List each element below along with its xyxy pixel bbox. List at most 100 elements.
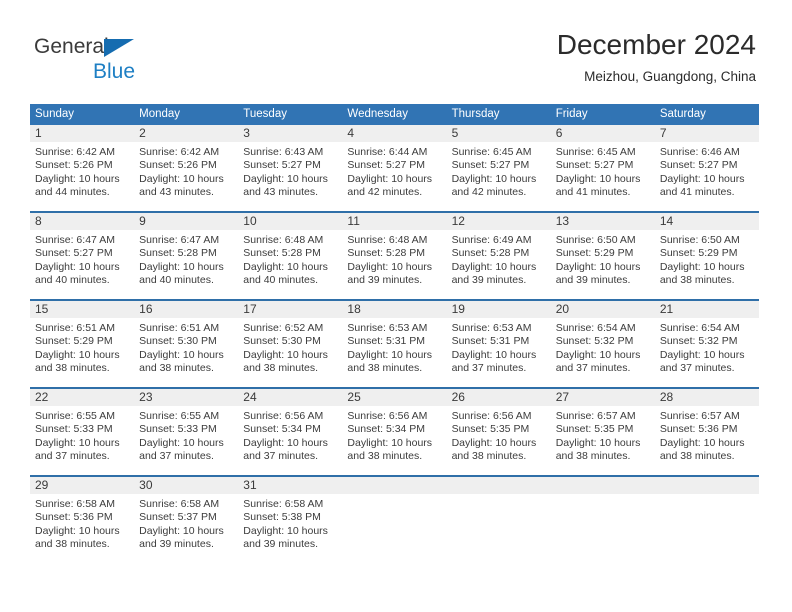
sunrise-text: Sunrise: 6:51 AM (139, 322, 220, 334)
calendar-day-cell[interactable] (550, 475, 655, 563)
calendar-day-cell[interactable]: 1 Sunrise: 6:42 AM Sunset: 5:26 PM Daylight… (30, 125, 135, 212)
daylight-text-line2: and 38 minutes. (347, 450, 423, 463)
page-title: December 2024 (556, 29, 756, 60)
calendar-day-cell[interactable]: 11 Sunrise: 6:48 AM Sunset: 5:28 PM Dayligh… (342, 211, 447, 300)
calendar-day-cell[interactable]: 10 Sunrise: 6:48 AM Sunset: 5:28 PM Dayligh… (238, 211, 343, 300)
sunset-text: Sunset: 5:37 PM (139, 511, 217, 524)
logo-text-general: General (34, 35, 109, 58)
calendar-day-cell[interactable]: 23 Sunrise: 6:55 AM Sunset: 5:33 PM Dayligh… (134, 387, 239, 476)
daylight-text-line1: Daylight: 10 hours (35, 436, 120, 449)
sunrise-text: Sunrise: 6:45 AM (451, 146, 532, 158)
daylight-text-line1: Daylight: 10 hours (35, 348, 120, 361)
daylight-text-line2: and 38 minutes. (35, 538, 110, 551)
day-sun-info: Sunrise: 6:53 AM Sunset: 5:31 PM Daylight:… (447, 318, 551, 376)
sunset-text: Sunset: 5:28 PM (139, 247, 217, 260)
day-number: 23 (134, 389, 239, 406)
calendar-day-cell[interactable]: 27 Sunrise: 6:57 AM Sunset: 5:35 PM Dayligh… (550, 387, 655, 476)
sunrise-text: Sunrise: 6:56 AM (347, 410, 428, 422)
daylight-text-line2: and 37 minutes. (659, 362, 735, 375)
sunset-text: Sunset: 5:32 PM (555, 335, 634, 348)
day-number (446, 477, 551, 494)
day-number: 9 (134, 213, 239, 230)
day-number: 27 (550, 389, 655, 406)
sunset-text: Sunset: 5:38 PM (243, 511, 321, 524)
sunset-text: Sunset: 5:35 PM (555, 423, 634, 436)
daylight-text-line1: Daylight: 10 hours (243, 436, 328, 449)
calendar-day-cell[interactable]: 22 Sunrise: 6:55 AM Sunset: 5:33 PM Dayligh… (30, 387, 135, 476)
daylight-text-line2: and 38 minutes. (659, 450, 735, 463)
day-cell-inner: 4 Sunrise: 6:44 AM Sunset: 5:27 PM Daylight… (342, 125, 447, 211)
calendar-day-cell[interactable] (654, 475, 759, 563)
daylight-text-line1: Daylight: 10 hours (243, 172, 328, 185)
calendar-day-cell[interactable]: 19 Sunrise: 6:53 AM Sunset: 5:31 PM Dayligh… (446, 299, 551, 388)
weekday-header-saturday: Saturday (654, 104, 759, 125)
calendar-day-cell[interactable] (342, 475, 447, 563)
day-cell-inner: 22 Sunrise: 6:55 AM Sunset: 5:33 PM Dayligh… (30, 389, 135, 475)
daylight-text-line1: Daylight: 10 hours (555, 436, 641, 449)
calendar-day-cell[interactable]: 25 Sunrise: 6:56 AM Sunset: 5:34 PM Dayligh… (342, 387, 447, 476)
sunset-text: Sunset: 5:27 PM (451, 159, 530, 172)
day-number: 8 (30, 213, 135, 230)
sunset-text: Sunset: 5:29 PM (555, 247, 634, 260)
title-block: December 2024 Meizhou, Guangdong, China (557, 28, 756, 86)
sunrise-text: Sunrise: 6:54 AM (659, 322, 740, 334)
daylight-text-line2: and 37 minutes. (451, 362, 527, 375)
day-sun-info: Sunrise: 6:54 AM Sunset: 5:32 PM Daylight:… (655, 318, 759, 376)
day-number: 16 (134, 301, 239, 318)
calendar-day-cell[interactable]: 8 Sunrise: 6:47 AM Sunset: 5:27 PM Daylight… (30, 211, 135, 300)
sunset-text: Sunset: 5:26 PM (139, 159, 217, 172)
calendar-day-cell[interactable]: 26 Sunrise: 6:56 AM Sunset: 5:35 PM Dayligh… (446, 387, 551, 476)
daylight-text-line2: and 40 minutes. (139, 274, 214, 287)
calendar-day-cell[interactable]: 29 Sunrise: 6:58 AM Sunset: 5:36 PM Dayligh… (30, 475, 135, 563)
calendar-day-cell[interactable]: 3 Sunrise: 6:43 AM Sunset: 5:27 PM Daylight… (238, 125, 343, 212)
calendar-day-cell[interactable]: 2 Sunrise: 6:42 AM Sunset: 5:26 PM Daylight… (134, 125, 239, 212)
calendar-day-cell[interactable]: 18 Sunrise: 6:53 AM Sunset: 5:31 PM Dayligh… (342, 299, 447, 388)
day-cell-inner: 5 Sunrise: 6:45 AM Sunset: 5:27 PM Daylight… (446, 125, 551, 211)
calendar-day-cell[interactable]: 16 Sunrise: 6:51 AM Sunset: 5:30 PM Dayligh… (134, 299, 239, 388)
calendar-day-cell[interactable]: 9 Sunrise: 6:47 AM Sunset: 5:28 PM Daylight… (134, 211, 239, 300)
sunset-text: Sunset: 5:28 PM (451, 247, 530, 260)
calendar-day-cell[interactable]: 17 Sunrise: 6:52 AM Sunset: 5:30 PM Dayligh… (238, 299, 343, 388)
day-number: 11 (342, 213, 447, 230)
calendar-day-cell[interactable]: 31 Sunrise: 6:58 AM Sunset: 5:38 PM Dayligh… (238, 475, 343, 563)
calendar-day-cell[interactable]: 14 Sunrise: 6:50 AM Sunset: 5:29 PM Dayligh… (654, 211, 759, 300)
calendar-day-cell[interactable] (446, 475, 551, 563)
daylight-text-line1: Daylight: 10 hours (659, 436, 745, 449)
calendar-day-cell[interactable]: 13 Sunrise: 6:50 AM Sunset: 5:29 PM Dayligh… (550, 211, 655, 300)
day-cell-inner: 12 Sunrise: 6:49 AM Sunset: 5:28 PM Dayligh… (446, 213, 551, 299)
calendar-day-cell[interactable]: 28 Sunrise: 6:57 AM Sunset: 5:36 PM Dayligh… (654, 387, 759, 476)
day-cell-inner: 10 Sunrise: 6:48 AM Sunset: 5:28 PM Dayligh… (238, 213, 343, 299)
sunset-text: Sunset: 5:33 PM (139, 423, 217, 436)
calendar-day-cell[interactable]: 7 Sunrise: 6:46 AM Sunset: 5:27 PM Daylight… (654, 125, 759, 212)
day-sun-info: Sunrise: 6:46 AM Sunset: 5:27 PM Daylight:… (655, 142, 759, 200)
daylight-text-line1: Daylight: 10 hours (451, 172, 537, 185)
day-cell-inner: 8 Sunrise: 6:47 AM Sunset: 5:27 PM Daylight… (30, 213, 135, 299)
calendar-day-cell[interactable]: 20 Sunrise: 6:54 AM Sunset: 5:32 PM Dayligh… (550, 299, 655, 388)
calendar-day-cell[interactable]: 24 Sunrise: 6:56 AM Sunset: 5:34 PM Dayligh… (238, 387, 343, 476)
day-number: 3 (238, 125, 343, 142)
daylight-text-line2: and 43 minutes. (243, 186, 318, 199)
page-header: General Blue December 2024 Meizhou, Guan… (0, 0, 792, 84)
weekday-header-sunday: Sunday (30, 104, 135, 125)
sunrise-text: Sunrise: 6:57 AM (555, 410, 636, 422)
calendar-day-cell[interactable]: 15 Sunrise: 6:51 AM Sunset: 5:29 PM Dayligh… (30, 299, 135, 388)
day-cell-inner (446, 477, 551, 563)
page-subtitle-location: Meizhou, Guangdong, China (584, 69, 756, 84)
calendar-day-cell[interactable]: 4 Sunrise: 6:44 AM Sunset: 5:27 PM Daylight… (342, 125, 447, 212)
calendar-day-cell[interactable]: 21 Sunrise: 6:54 AM Sunset: 5:32 PM Dayligh… (654, 299, 759, 388)
general-blue-logo[interactable]: General Blue (34, 36, 164, 82)
day-number (654, 477, 759, 494)
calendar-day-cell[interactable]: 30 Sunrise: 6:58 AM Sunset: 5:37 PM Dayligh… (134, 475, 239, 563)
calendar-day-cell[interactable]: 6 Sunrise: 6:45 AM Sunset: 5:27 PM Daylight… (550, 125, 655, 212)
day-cell-inner: 1 Sunrise: 6:42 AM Sunset: 5:26 PM Daylight… (30, 125, 135, 211)
day-cell-inner: 27 Sunrise: 6:57 AM Sunset: 5:35 PM Dayligh… (550, 389, 655, 475)
calendar-day-cell[interactable]: 12 Sunrise: 6:49 AM Sunset: 5:28 PM Dayligh… (446, 211, 551, 300)
sunset-text: Sunset: 5:27 PM (35, 247, 113, 260)
calendar-day-cell[interactable]: 5 Sunrise: 6:45 AM Sunset: 5:27 PM Daylight… (446, 125, 551, 212)
sunrise-text: Sunrise: 6:56 AM (451, 410, 532, 422)
day-number: 18 (342, 301, 447, 318)
sunrise-text: Sunrise: 6:58 AM (243, 498, 324, 510)
daylight-text-line2: and 38 minutes. (139, 362, 214, 375)
day-sun-info: Sunrise: 6:47 AM Sunset: 5:27 PM Daylight:… (30, 230, 134, 288)
daylight-text-line1: Daylight: 10 hours (347, 172, 433, 185)
